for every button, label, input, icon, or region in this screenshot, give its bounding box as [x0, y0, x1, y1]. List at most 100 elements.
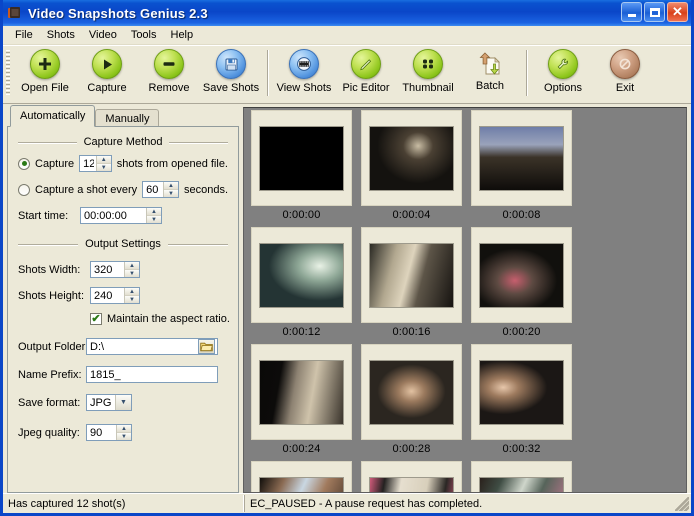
- thumbnail-frame[interactable]: [251, 344, 352, 440]
- shots-width-up-icon[interactable]: ▲: [125, 262, 139, 270]
- thumbnail-cell[interactable]: 0:00:04: [359, 110, 464, 225]
- shots-width-down-icon[interactable]: ▼: [125, 270, 139, 277]
- jpeg-quality-arrows[interactable]: ▲▼: [116, 425, 131, 440]
- shots-height-down-icon[interactable]: ▼: [125, 296, 139, 303]
- thumbnail-image[interactable]: [369, 477, 454, 494]
- thumbnail-cell[interactable]: 0:00:08: [469, 110, 574, 225]
- start-time-down-icon[interactable]: ▼: [147, 216, 161, 223]
- shots-width-stepper[interactable]: ▲▼: [90, 261, 140, 278]
- output-folder-input[interactable]: [90, 341, 196, 353]
- radio-capture-shots[interactable]: [18, 158, 30, 170]
- thumbnail-frame[interactable]: [471, 461, 572, 493]
- menu-item-help[interactable]: Help: [164, 28, 201, 42]
- interval-arrows[interactable]: ▲▼: [163, 182, 178, 197]
- thumbnail-cell[interactable]: 0:00:16: [359, 227, 464, 342]
- thumbnail-image[interactable]: [369, 126, 454, 191]
- toolbar-label-open-file: Open File: [21, 82, 69, 94]
- jpeg-quality-down-icon[interactable]: ▼: [117, 433, 131, 440]
- browse-folder-button[interactable]: [198, 339, 215, 354]
- thumbnail-frame[interactable]: [251, 461, 352, 493]
- shots-height-up-icon[interactable]: ▲: [125, 288, 139, 296]
- thumbnail-frame[interactable]: [361, 110, 462, 206]
- thumbnail-cell[interactable]: 0:00:36: [249, 461, 354, 493]
- toolbar-grip[interactable]: [6, 50, 10, 96]
- toolbar-button-view-shots[interactable]: View Shots: [273, 48, 335, 94]
- thumbnail-image[interactable]: [479, 126, 564, 191]
- toolbar-button-open-file[interactable]: Open File: [14, 48, 76, 94]
- thumbnail-cell[interactable]: 0:00:00: [249, 110, 354, 225]
- thumbnail-cell[interactable]: 0:00:28: [359, 344, 464, 459]
- close-button[interactable]: ✕: [667, 2, 688, 22]
- thumbnail-frame[interactable]: [251, 227, 352, 323]
- radio-capture-interval[interactable]: [18, 184, 30, 196]
- thumbnail-frame[interactable]: [471, 110, 572, 206]
- shots-count-arrows[interactable]: ▲▼: [96, 156, 111, 171]
- thumbnail-image[interactable]: [369, 243, 454, 308]
- thumbnail-cell[interactable]: 0:00:32: [469, 344, 574, 459]
- interval-down-icon[interactable]: ▼: [164, 190, 178, 197]
- resize-grip[interactable]: [675, 497, 689, 511]
- thumbnail-cell[interactable]: 0:00:44: [469, 461, 574, 493]
- thumbnail-cell[interactable]: 0:00:20: [469, 227, 574, 342]
- toolbar-button-options[interactable]: Options: [532, 48, 594, 94]
- thumbnail-image[interactable]: [259, 477, 344, 494]
- start-time-up-icon[interactable]: ▲: [147, 208, 161, 216]
- thumbnail-cell[interactable]: 0:00:24: [249, 344, 354, 459]
- toolbar-button-batch[interactable]: Batch: [459, 48, 521, 92]
- checkbox-maintain-aspect[interactable]: ✔: [90, 313, 102, 325]
- thumbnail-frame[interactable]: [361, 227, 462, 323]
- jpeg-quality-stepper[interactable]: ▲▼: [86, 424, 132, 441]
- jpeg-quality-up-icon[interactable]: ▲: [117, 425, 131, 433]
- thumbnail-image[interactable]: [259, 126, 344, 191]
- menu-item-file[interactable]: File: [8, 28, 40, 42]
- thumbnail-frame[interactable]: [471, 344, 572, 440]
- name-prefix-field[interactable]: [86, 366, 218, 383]
- thumbnail-image[interactable]: [479, 243, 564, 308]
- start-time-input[interactable]: [81, 208, 146, 223]
- thumbnail-cell[interactable]: 0:00:12: [249, 227, 354, 342]
- maintain-aspect-row[interactable]: ✔ Maintain the aspect ratio.: [90, 313, 228, 325]
- chevron-down-icon[interactable]: ▼: [115, 395, 131, 410]
- toolbar-button-exit[interactable]: Exit: [594, 48, 656, 94]
- tab-automatically[interactable]: Automatically: [10, 105, 95, 127]
- shots-height-arrows[interactable]: ▲▼: [124, 288, 139, 303]
- shots-height-stepper[interactable]: ▲▼: [90, 287, 140, 304]
- start-time-arrows[interactable]: ▲▼: [146, 208, 161, 223]
- menu-item-shots[interactable]: Shots: [40, 28, 82, 42]
- shots-height-input[interactable]: [91, 288, 124, 303]
- thumbnail-image[interactable]: [369, 360, 454, 425]
- thumbnail-cell[interactable]: 0:00:40: [359, 461, 464, 493]
- thumbnail-frame[interactable]: [361, 344, 462, 440]
- shots-count-down-icon[interactable]: ▼: [97, 164, 111, 171]
- interval-seconds-stepper[interactable]: ▲▼: [142, 181, 179, 198]
- minimize-button[interactable]: [621, 2, 642, 22]
- shots-width-input[interactable]: [91, 262, 124, 277]
- save-format-dropdown[interactable]: JPG ▼: [86, 394, 132, 411]
- thumbnail-image[interactable]: [479, 360, 564, 425]
- shots-count-stepper[interactable]: ▲▼: [79, 155, 112, 172]
- start-time-stepper[interactable]: ▲▼: [80, 207, 162, 224]
- toolbar-button-save-shots[interactable]: Save Shots: [200, 48, 262, 94]
- interval-seconds-input[interactable]: [143, 182, 163, 197]
- menu-item-video[interactable]: Video: [82, 28, 124, 42]
- toolbar-button-pic-editor[interactable]: Pic Editor: [335, 48, 397, 94]
- menu-item-tools[interactable]: Tools: [124, 28, 164, 42]
- thumbnail-frame[interactable]: [251, 110, 352, 206]
- toolbar-button-thumbnail[interactable]: Thumbnail: [397, 48, 459, 94]
- jpeg-quality-input[interactable]: [87, 425, 116, 440]
- thumbnail-image[interactable]: [479, 477, 564, 494]
- toolbar-button-capture[interactable]: Capture: [76, 48, 138, 94]
- name-prefix-input[interactable]: [90, 369, 215, 381]
- shots-count-input[interactable]: [80, 156, 96, 171]
- thumbnail-image[interactable]: [259, 243, 344, 308]
- thumbnail-frame[interactable]: [361, 461, 462, 493]
- shots-width-arrows[interactable]: ▲▼: [124, 262, 139, 277]
- thumbnail-frame[interactable]: [471, 227, 572, 323]
- output-folder-field[interactable]: [86, 338, 218, 355]
- thumbnail-panel[interactable]: 0:00:000:00:040:00:080:00:120:00:160:00:…: [243, 107, 687, 493]
- thumbnail-image[interactable]: [259, 360, 344, 425]
- interval-up-icon[interactable]: ▲: [164, 182, 178, 190]
- toolbar-button-remove[interactable]: Remove: [138, 48, 200, 94]
- maximize-button[interactable]: [644, 2, 665, 22]
- shots-count-up-icon[interactable]: ▲: [97, 156, 111, 164]
